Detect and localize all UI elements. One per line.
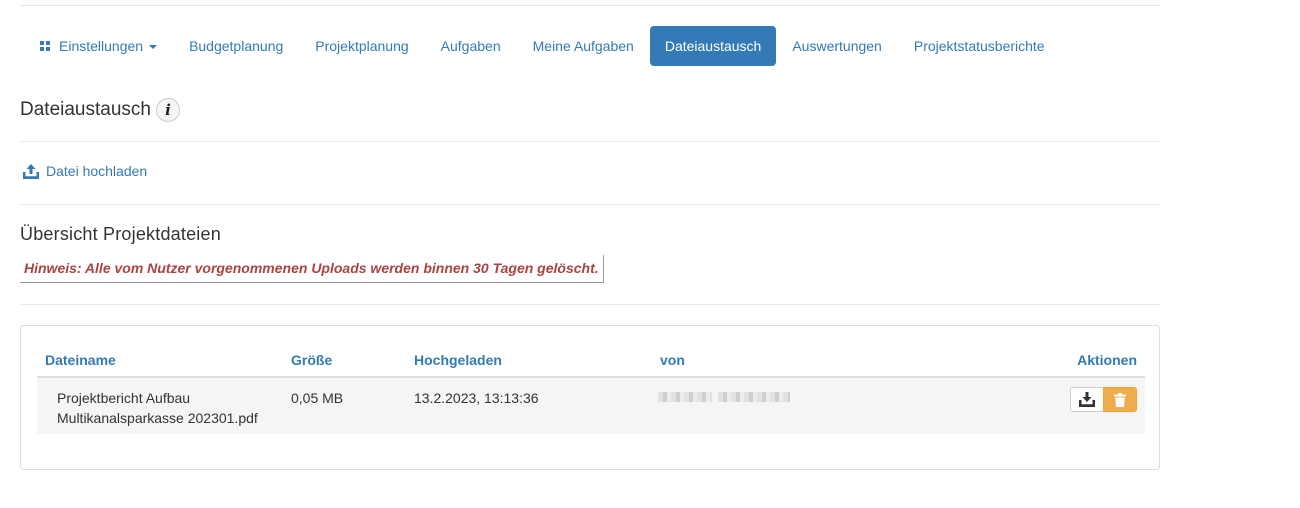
tab-meine-aufgaben[interactable]: Meine Aufgaben (517, 26, 650, 66)
page-title: Dateiaustausch (20, 99, 151, 120)
column-header-aktionen: Aktionen (1077, 352, 1137, 368)
file-uploaded: 13.2.2023, 13:13:36 (414, 390, 539, 406)
column-header-groesse[interactable]: Größe (291, 352, 332, 368)
divider (20, 141, 1160, 142)
file-name-line-1: Projektbericht Aufbau (57, 390, 191, 406)
tab-budgetplanung[interactable]: Budgetplanung (173, 26, 299, 66)
tab-aufgaben[interactable]: Aufgaben (425, 26, 517, 66)
delete-button[interactable] (1103, 387, 1137, 412)
upload-icon (23, 163, 39, 179)
file-name-line-2: Multikanalsparkasse 202301.pdf (57, 410, 258, 426)
upload-file-label: Datei hochladen (46, 163, 148, 179)
info-icon[interactable]: i (155, 98, 180, 122)
deletion-notice: Hinweis: Alle vom Nutzer vorgenommenen U… (20, 255, 604, 283)
nav-settings-dropdown[interactable]: Einstellungen (20, 26, 173, 66)
download-button[interactable] (1070, 387, 1104, 412)
section-title: Übersicht Projektdateien (20, 224, 221, 244)
table-row: Projektbericht Aufbau Multikanalsparkass… (37, 378, 1145, 434)
file-size: 0,05 MB (291, 390, 344, 406)
table-header: Dateiname Größe Hochgeladen von Aktionen (37, 342, 1145, 378)
file-actions (1070, 387, 1137, 412)
upload-file-link[interactable]: Datei hochladen (23, 163, 147, 179)
nav-settings-label: Einstellungen (59, 38, 144, 54)
files-table: Dateiname Größe Hochgeladen von Aktionen… (37, 342, 1145, 434)
column-header-dateiname[interactable]: Dateiname (45, 352, 116, 368)
column-header-von[interactable]: von (660, 352, 685, 368)
tab-auswertungen[interactable]: Auswertungen (776, 26, 898, 66)
tab-projektstatusberichte[interactable]: Projektstatusberichte (898, 26, 1061, 66)
files-panel: Dateiname Größe Hochgeladen von Aktionen… (20, 325, 1160, 470)
main-nav: Einstellungen Budgetplanung Projektplanu… (20, 26, 1061, 66)
trash-icon (1114, 392, 1126, 407)
grid-icon (40, 41, 50, 51)
column-header-hochgeladen[interactable]: Hochgeladen (414, 352, 502, 368)
divider (20, 304, 1160, 305)
tab-projektplanung[interactable]: Projektplanung (299, 26, 424, 66)
page-header: Dateiaustausch i (20, 98, 180, 122)
caret-down-icon (149, 45, 158, 49)
download-icon (1079, 392, 1095, 407)
file-name: Projektbericht Aufbau Multikanalsparkass… (57, 388, 258, 428)
uploader-name-redacted (658, 392, 790, 402)
tab-dateiaustausch[interactable]: Dateiaustausch (649, 26, 777, 66)
divider (20, 204, 1160, 205)
top-divider (20, 5, 1160, 6)
